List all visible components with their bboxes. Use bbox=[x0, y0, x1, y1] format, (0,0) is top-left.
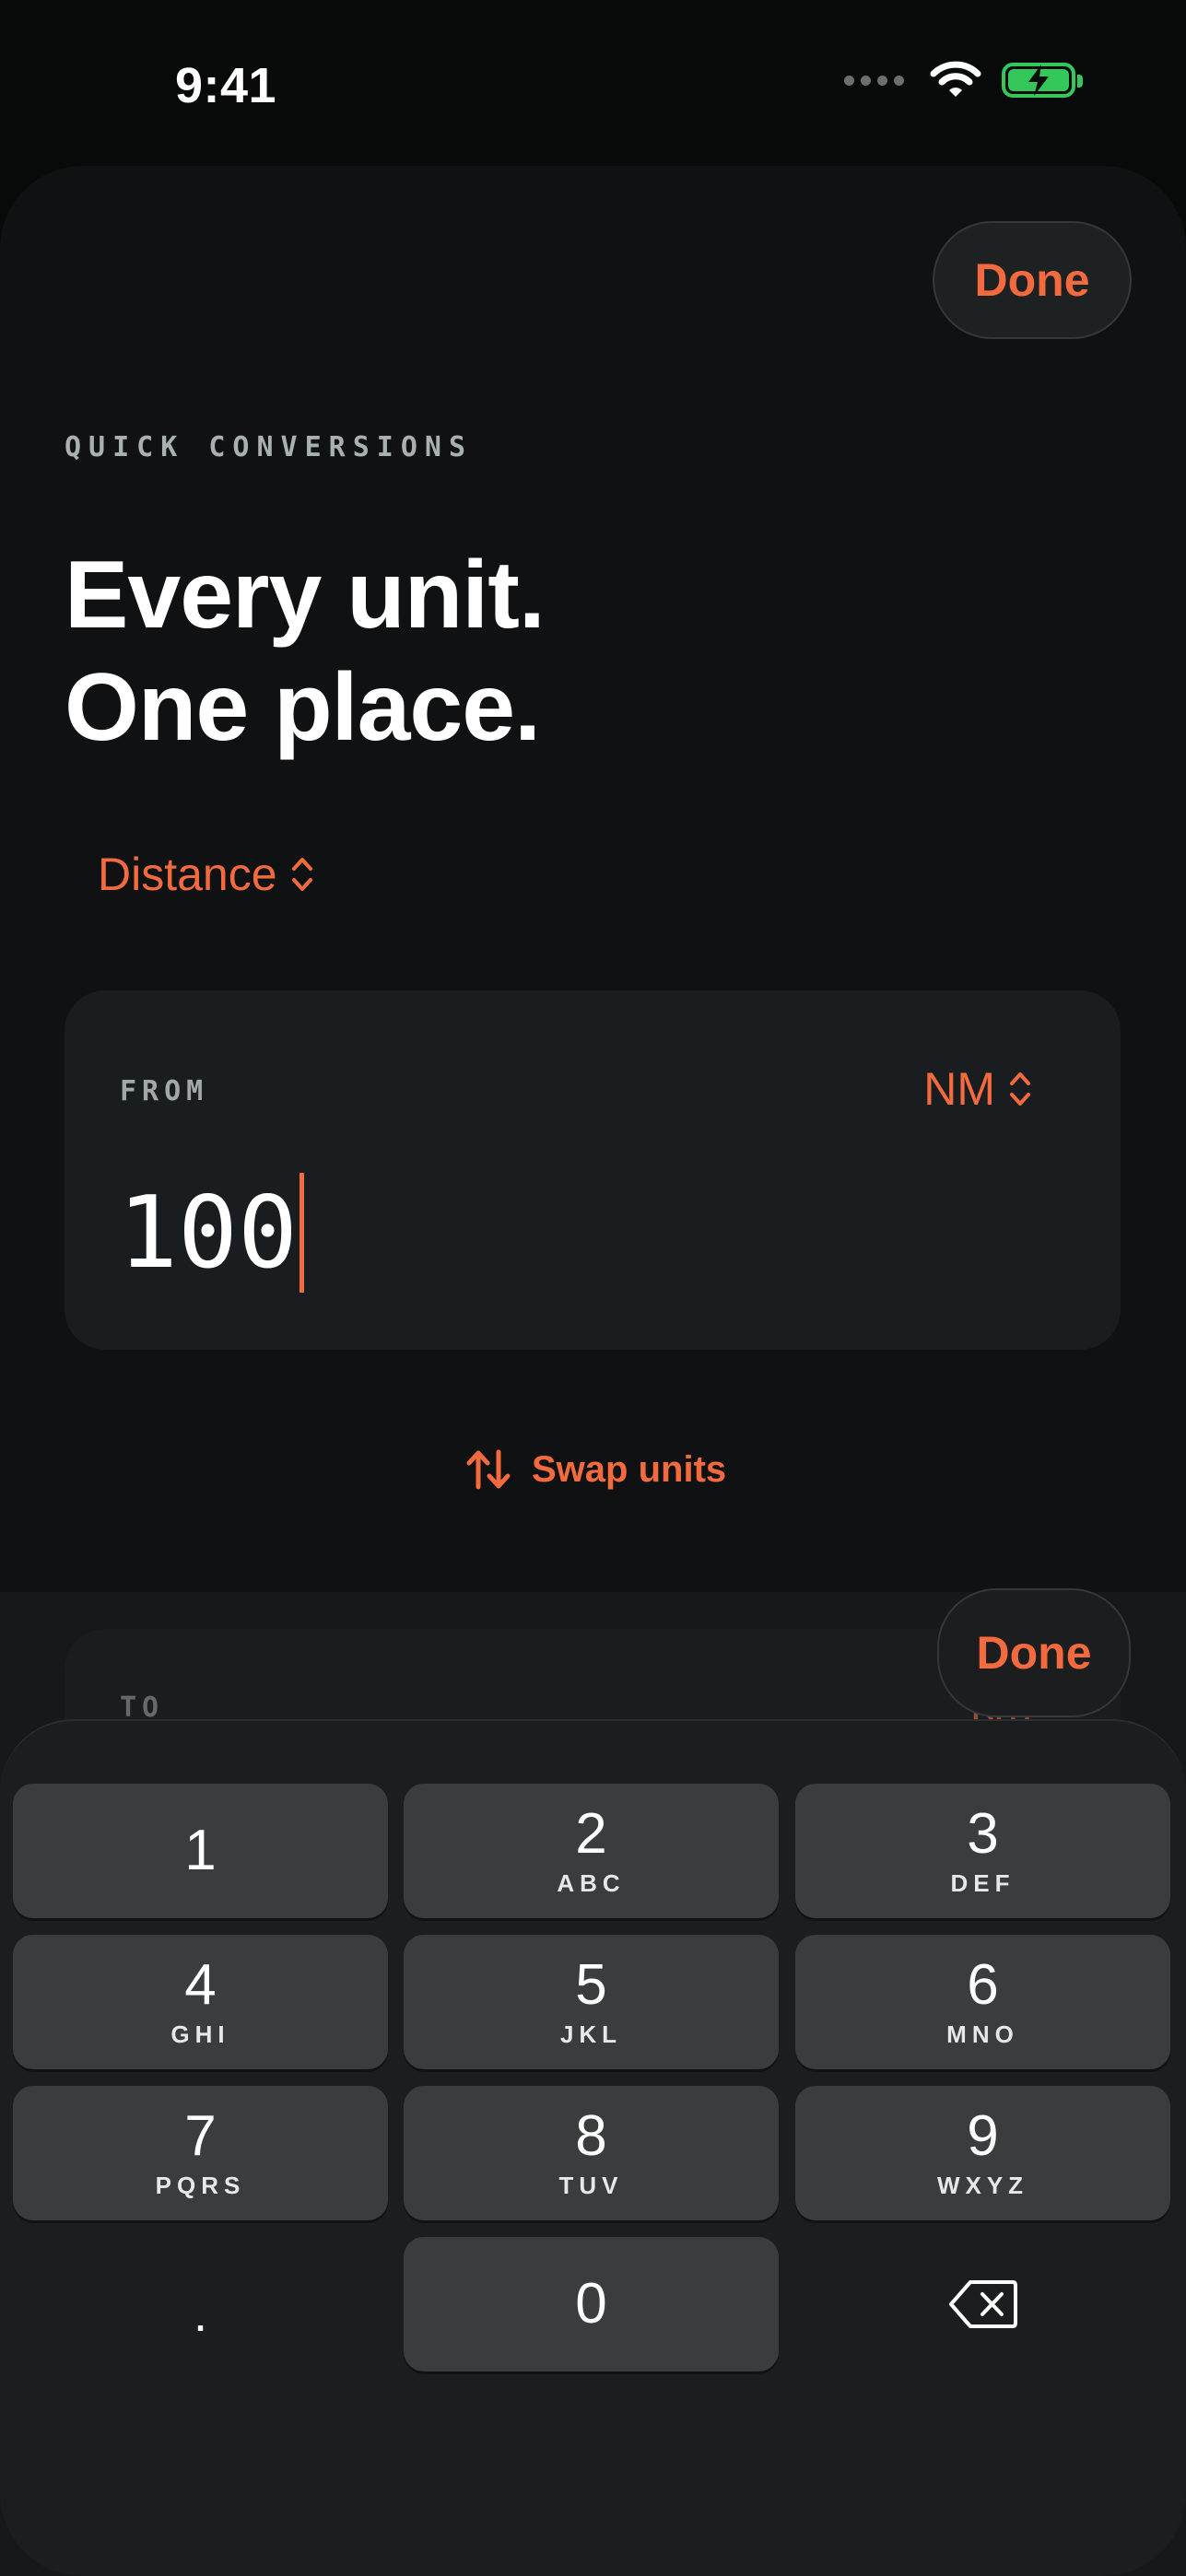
cellular-signal-icon bbox=[844, 75, 904, 86]
from-card: FROM NM 100 bbox=[65, 990, 1121, 1350]
key-7[interactable]: 7 PQRS bbox=[13, 2086, 388, 2220]
key-digit: . bbox=[193, 2284, 208, 2342]
key-letters: WXYZ bbox=[936, 2171, 1029, 2199]
key-digit: 8 bbox=[575, 2103, 607, 2168]
status-time: 9:41 bbox=[175, 58, 277, 113]
text-caret bbox=[299, 1173, 305, 1293]
key-digit: 6 bbox=[967, 1952, 999, 2017]
swap-units-button[interactable]: Swap units bbox=[465, 1448, 726, 1491]
headline-line-2: One place. bbox=[65, 654, 541, 761]
key-decimal[interactable]: . bbox=[13, 2237, 388, 2371]
keyboard-done-button[interactable]: Done bbox=[937, 1588, 1131, 1717]
key-digit: 1 bbox=[184, 1819, 217, 1882]
key-6[interactable]: 6 MNO bbox=[795, 1935, 1170, 2069]
key-digit: 9 bbox=[967, 2103, 999, 2168]
from-value-field[interactable]: 100 bbox=[118, 1173, 305, 1293]
swap-arrows-icon bbox=[466, 1449, 511, 1490]
key-digit: 3 bbox=[967, 1801, 999, 1866]
key-1[interactable]: 1 bbox=[13, 1784, 388, 1918]
key-4[interactable]: 4 GHI bbox=[13, 1935, 388, 2069]
wifi-icon bbox=[930, 61, 981, 97]
key-8[interactable]: 8 TUV bbox=[404, 2086, 779, 2220]
page-headline: Every unit. One place. bbox=[65, 539, 546, 764]
key-2[interactable]: 2 ABC bbox=[404, 1784, 779, 1918]
key-digit: 4 bbox=[184, 1952, 217, 2017]
status-icons bbox=[844, 61, 1083, 100]
key-digit: 7 bbox=[184, 2103, 217, 2168]
key-letters: PQRS bbox=[155, 2171, 246, 2199]
headline-line-1: Every unit. bbox=[65, 542, 546, 649]
from-label: FROM bbox=[120, 1075, 209, 1107]
key-0[interactable]: 0 bbox=[404, 2237, 779, 2371]
key-5[interactable]: 5 JKL bbox=[404, 1935, 779, 2069]
category-picker[interactable]: Distance bbox=[98, 848, 314, 901]
done-button[interactable]: Done bbox=[933, 221, 1132, 339]
key-letters: JKL bbox=[559, 2020, 623, 2048]
up-down-chevron-icon bbox=[1010, 1072, 1030, 1106]
swap-units-label: Swap units bbox=[532, 1448, 727, 1490]
key-letters: ABC bbox=[557, 1868, 626, 1897]
battery-icon bbox=[1002, 63, 1083, 98]
delete-backspace-icon bbox=[948, 2280, 1017, 2328]
from-value: 100 bbox=[118, 1175, 299, 1291]
section-eyebrow: QUICK CONVERSIONS bbox=[65, 431, 474, 463]
key-letters: GHI bbox=[170, 2020, 230, 2048]
key-digit: 5 bbox=[575, 1952, 607, 2017]
key-3[interactable]: 3 DEF bbox=[795, 1784, 1170, 1918]
key-letters: TUV bbox=[558, 2171, 624, 2199]
key-digit: 2 bbox=[575, 1801, 607, 1866]
category-label: Distance bbox=[98, 849, 277, 900]
numeric-keypad: 1 2 ABC 3 DEF 4 GHI 5 JKL 6 MNO 7 PQRS 8… bbox=[0, 1719, 1186, 2576]
from-unit-label: NM bbox=[923, 1063, 995, 1115]
up-down-chevron-icon bbox=[291, 858, 312, 891]
key-delete[interactable] bbox=[795, 2237, 1170, 2371]
key-9[interactable]: 9 WXYZ bbox=[795, 2086, 1170, 2220]
key-letters: DEF bbox=[950, 1868, 1016, 1897]
from-unit-picker[interactable]: NM bbox=[923, 1062, 1032, 1116]
key-digit: 0 bbox=[575, 2272, 607, 2336]
key-letters: MNO bbox=[946, 2020, 1019, 2048]
